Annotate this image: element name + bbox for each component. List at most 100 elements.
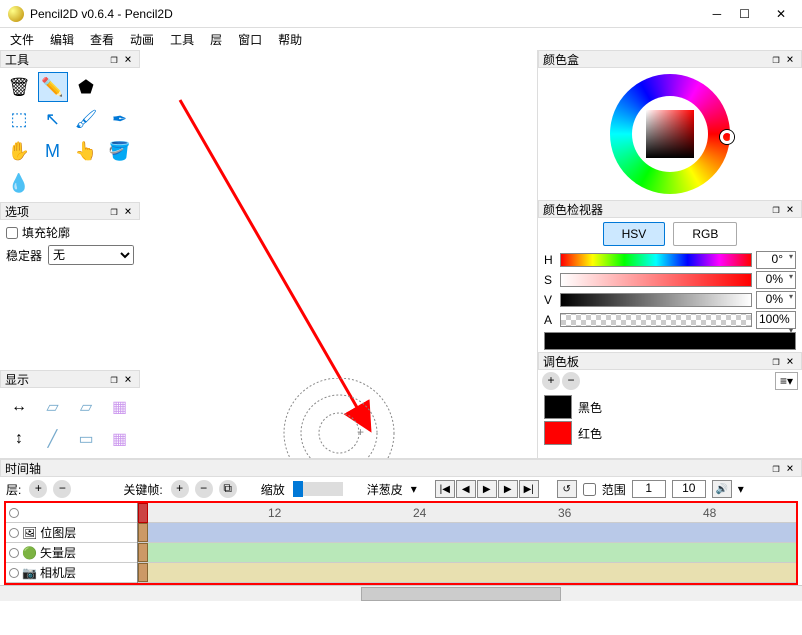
track-header-row[interactable] bbox=[6, 503, 137, 523]
menu-edit[interactable]: 编辑 bbox=[44, 29, 80, 50]
maximize-button[interactable]: ☐ bbox=[739, 7, 750, 21]
mirror-v-icon[interactable]: ↕ bbox=[4, 424, 34, 454]
close-panel-icon[interactable]: × bbox=[783, 202, 797, 216]
alpha-slider[interactable] bbox=[560, 313, 752, 327]
outlines-icon[interactable]: ▭ bbox=[71, 424, 101, 454]
menu-file[interactable]: 文件 bbox=[4, 29, 40, 50]
menu-help[interactable]: 帮助 bbox=[272, 29, 308, 50]
pen-tool[interactable]: ✒ bbox=[105, 104, 135, 134]
smudge-tool[interactable]: 👆 bbox=[71, 136, 101, 166]
eraser-tool[interactable]: ⬟ bbox=[71, 72, 101, 102]
val-value[interactable]: 0% bbox=[756, 291, 796, 309]
alpha-value[interactable]: 100% bbox=[756, 311, 796, 329]
overlay-icon[interactable]: ▦ bbox=[105, 424, 135, 454]
menu-window[interactable]: 窗口 bbox=[232, 29, 268, 50]
remove-color-button[interactable]: − bbox=[562, 372, 580, 390]
close-button[interactable]: ✕ bbox=[768, 7, 794, 21]
track-lane[interactable] bbox=[138, 543, 796, 563]
move-tool[interactable]: ↖ bbox=[38, 104, 68, 134]
blank-tool[interactable] bbox=[105, 72, 135, 102]
visibility-icon[interactable] bbox=[9, 548, 19, 558]
undock-icon[interactable]: ❐ bbox=[107, 372, 121, 386]
track-row[interactable]: 🟢矢量层 bbox=[6, 543, 137, 563]
canvas[interactable]: + bbox=[140, 50, 538, 458]
eyedropper-tool[interactable]: 💧 bbox=[4, 168, 34, 198]
tab-hsv[interactable]: HSV bbox=[603, 222, 666, 246]
palette-menu-icon[interactable]: ≡▾ bbox=[775, 372, 798, 390]
keyframe-icon[interactable] bbox=[138, 523, 148, 542]
close-panel-icon[interactable]: × bbox=[121, 52, 135, 66]
goto-start-button[interactable]: |◀ bbox=[435, 480, 455, 498]
color-wheel[interactable] bbox=[538, 68, 802, 200]
prev-frame-button[interactable]: ◀ bbox=[456, 480, 476, 498]
undock-icon[interactable]: ❐ bbox=[769, 354, 783, 368]
undock-icon[interactable]: ❐ bbox=[769, 461, 783, 475]
menu-view[interactable]: 查看 bbox=[84, 29, 120, 50]
playhead-icon[interactable] bbox=[138, 503, 148, 523]
hand-tool[interactable]: ✋ bbox=[4, 136, 34, 166]
close-panel-icon[interactable]: × bbox=[783, 461, 797, 475]
brush-tool[interactable]: 🖌 bbox=[71, 104, 101, 134]
timeline-ruler[interactable]: 12 24 36 48 bbox=[138, 503, 796, 523]
stabilizer-select[interactable]: 无 bbox=[48, 245, 134, 265]
close-panel-icon[interactable]: × bbox=[121, 372, 135, 386]
range-end-field[interactable]: 10 bbox=[672, 480, 706, 498]
thin-lines-icon[interactable]: ╱ bbox=[38, 424, 68, 454]
fill-outline-checkbox[interactable]: 填充轮廓 bbox=[6, 224, 134, 241]
menu-tools[interactable]: 工具 bbox=[164, 29, 200, 50]
sat-value[interactable]: 0% bbox=[756, 271, 796, 289]
track-row[interactable]: 📷相机层 bbox=[6, 563, 137, 583]
add-layer-button[interactable]: + bbox=[29, 480, 47, 498]
remove-keyframe-button[interactable]: − bbox=[195, 480, 213, 498]
visibility-icon[interactable] bbox=[9, 568, 19, 578]
polyline-tool[interactable]: M bbox=[38, 136, 68, 166]
close-panel-icon[interactable]: × bbox=[783, 354, 797, 368]
sound-button[interactable]: 🔊 bbox=[712, 480, 732, 498]
range-start-field[interactable]: 1 bbox=[632, 480, 666, 498]
keyframe-icon[interactable] bbox=[138, 543, 148, 562]
palette-item[interactable]: 红色 bbox=[542, 420, 798, 446]
palette-item[interactable]: 黑色 bbox=[542, 394, 798, 420]
undock-icon[interactable]: ❐ bbox=[107, 52, 121, 66]
minimize-button[interactable]: ─ bbox=[713, 7, 722, 21]
duplicate-keyframe-button[interactable]: ⧉ bbox=[219, 480, 237, 498]
close-panel-icon[interactable]: × bbox=[783, 52, 797, 66]
val-slider[interactable] bbox=[560, 293, 752, 307]
timeline-scrollbar[interactable] bbox=[0, 585, 802, 601]
menu-animation[interactable]: 动画 bbox=[124, 29, 160, 50]
hue-value[interactable]: 0° bbox=[756, 251, 796, 269]
remove-layer-button[interactable]: − bbox=[53, 480, 71, 498]
range-checkbox[interactable] bbox=[583, 483, 596, 496]
track-row[interactable]: 🖼位图层 bbox=[6, 523, 137, 543]
sound-dropdown-icon[interactable]: ▾ bbox=[738, 482, 744, 496]
track-lane[interactable] bbox=[138, 563, 796, 583]
add-keyframe-button[interactable]: + bbox=[171, 480, 189, 498]
onion-dropdown-icon[interactable]: ▾ bbox=[411, 482, 417, 496]
tab-rgb[interactable]: RGB bbox=[673, 222, 737, 246]
add-color-button[interactable]: + bbox=[542, 372, 560, 390]
clear-tool[interactable]: 🗑 bbox=[4, 72, 34, 102]
select-tool[interactable]: ⬚ bbox=[4, 104, 34, 134]
undock-icon[interactable]: ❐ bbox=[769, 52, 783, 66]
timeline-zoom-slider[interactable] bbox=[293, 482, 343, 496]
bucket-tool[interactable]: 🪣 bbox=[105, 136, 135, 166]
pencil-tool[interactable]: ✏️ bbox=[38, 72, 68, 102]
hue-slider[interactable] bbox=[560, 253, 752, 267]
keyframe-icon[interactable] bbox=[138, 563, 148, 582]
hue-handle-icon[interactable] bbox=[720, 130, 734, 144]
close-panel-icon[interactable]: × bbox=[121, 204, 135, 218]
play-button[interactable]: ▶ bbox=[477, 480, 497, 498]
sat-slider[interactable] bbox=[560, 273, 752, 287]
onion-prev-icon[interactable]: ▱ bbox=[38, 392, 68, 422]
track-lane[interactable] bbox=[138, 523, 796, 543]
undock-icon[interactable]: ❐ bbox=[107, 204, 121, 218]
next-frame-button[interactable]: ▶ bbox=[498, 480, 518, 498]
loop-button[interactable]: ↺ bbox=[557, 480, 577, 498]
menu-layer[interactable]: 层 bbox=[204, 29, 228, 50]
undock-icon[interactable]: ❐ bbox=[769, 202, 783, 216]
visibility-icon[interactable] bbox=[9, 508, 19, 518]
goto-end-button[interactable]: ▶| bbox=[519, 480, 539, 498]
grid-icon[interactable]: ▦ bbox=[105, 392, 135, 422]
onion-next-icon[interactable]: ▱ bbox=[71, 392, 101, 422]
mirror-h-icon[interactable]: ↔ bbox=[4, 392, 34, 422]
